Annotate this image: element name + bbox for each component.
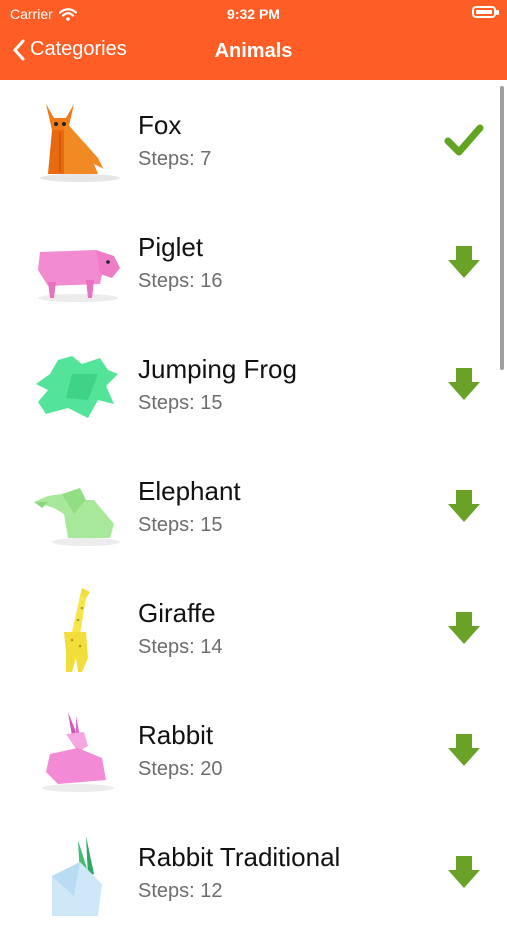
item-steps: Steps: 20 — [138, 758, 223, 780]
download-arrow-icon[interactable] — [444, 486, 484, 526]
scrollbar[interactable] — [500, 86, 504, 370]
battery-icon — [472, 6, 499, 18]
elephant-origami-icon — [34, 488, 120, 546]
item-steps: Steps: 15 — [138, 514, 223, 536]
item-name: Rabbit Traditional — [138, 842, 341, 872]
list-item-rabbit-traditional[interactable]: Rabbit Traditional Steps: 12 — [0, 812, 507, 934]
download-arrow-icon[interactable] — [444, 852, 484, 892]
rabbit-traditional-origami-icon — [52, 836, 102, 916]
frog-origami-icon — [36, 356, 118, 418]
download-arrow-icon[interactable] — [444, 364, 484, 404]
list-item-elephant[interactable]: Elephant Steps: 15 — [0, 446, 507, 568]
item-steps: Steps: 15 — [138, 392, 223, 414]
item-name: Rabbit — [138, 720, 214, 750]
item-name: Giraffe — [138, 598, 216, 628]
giraffe-origami-icon — [64, 588, 90, 672]
list-item-fox[interactable]: Fox Steps: 7 — [0, 80, 507, 202]
download-arrow-icon[interactable] — [444, 242, 484, 282]
list-item-piglet[interactable]: Piglet Steps: 16 — [0, 202, 507, 324]
navigation-bar: Categories Animals — [0, 28, 507, 80]
list-item-jumping-frog[interactable]: Jumping Frog Steps: 15 — [0, 324, 507, 446]
rabbit-origami-icon — [42, 712, 114, 792]
item-steps: Steps: 14 — [138, 636, 223, 658]
clock: 9:32 PM — [227, 6, 280, 22]
item-steps: Steps: 7 — [138, 148, 212, 170]
model-list: Fox Steps: 7 Piglet Steps: 16 Jumping Fr… — [0, 80, 507, 916]
checkmark-icon[interactable] — [444, 120, 484, 160]
item-steps: Steps: 16 — [138, 270, 223, 292]
list-item-rabbit[interactable]: Rabbit Steps: 20 — [0, 690, 507, 812]
download-arrow-icon[interactable] — [444, 730, 484, 770]
download-arrow-icon[interactable] — [444, 608, 484, 648]
status-bar: Carrier 9:32 PM — [0, 0, 507, 28]
list-item-giraffe[interactable]: Giraffe Steps: 14 — [0, 568, 507, 690]
item-name: Elephant — [138, 476, 241, 506]
top-bar: Carrier 9:32 PM Categories Animals — [0, 0, 507, 80]
page-title: Animals — [214, 40, 293, 62]
item-name: Fox — [138, 110, 182, 140]
item-name: Piglet — [138, 232, 204, 262]
item-name: Jumping Frog — [138, 354, 297, 384]
fox-origami-icon — [40, 104, 120, 182]
piglet-origami-icon — [38, 250, 120, 302]
